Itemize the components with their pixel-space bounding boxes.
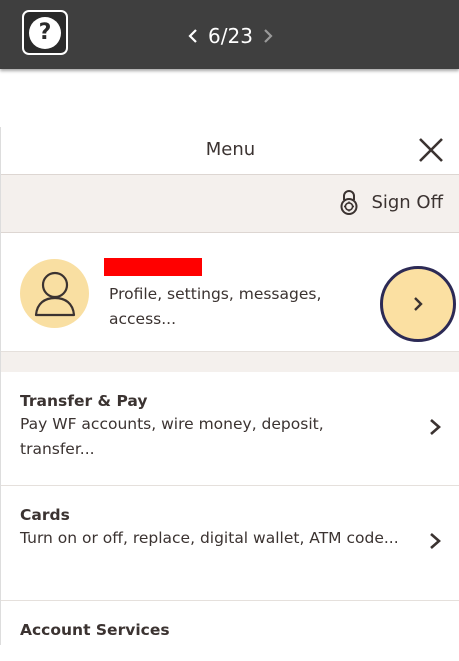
close-icon [419, 138, 443, 162]
step-counter: 6/23 [208, 24, 253, 48]
menu-panel: Menu Sign Off Profile, settings, message… [0, 127, 459, 645]
menu-item-transfer-pay[interactable]: Transfer & Pay Pay WF accounts, wire mon… [1, 372, 459, 486]
menu-header: Menu [1, 127, 459, 174]
chevron-right-icon [414, 297, 423, 311]
lock-icon [340, 190, 358, 215]
close-button[interactable] [413, 132, 449, 168]
chevron-right-icon [430, 533, 441, 549]
help-label: ? [38, 20, 52, 45]
help-button[interactable]: ? [22, 10, 68, 55]
walkthrough-bar: ? 6/23 [0, 0, 459, 69]
step-pager: 6/23 [185, 22, 276, 50]
menu-item-description: Turn on or off, replace, digital wallet,… [20, 529, 399, 547]
profile-description: Profile, settings, messages, access... [109, 285, 322, 328]
chevron-left-icon[interactable] [185, 28, 201, 44]
section-divider [1, 352, 459, 372]
menu-item-title: Cards [20, 506, 70, 524]
menu-item-title: Account Services [20, 621, 170, 639]
menu-item-title: Transfer & Pay [20, 392, 148, 410]
avatar [20, 259, 89, 328]
profile-arrow-button[interactable] [380, 266, 456, 342]
signoff-label: Sign Off [371, 191, 443, 213]
profile-item[interactable]: Profile, settings, messages, access... [1, 233, 459, 352]
signoff-bar: Sign Off [1, 174, 459, 233]
question-icon: ? [29, 16, 61, 49]
user-icon [34, 271, 75, 316]
chevron-right-icon [430, 419, 441, 435]
menu-title: Menu [205, 139, 256, 160]
chevron-right-icon[interactable] [260, 28, 276, 44]
menu-item-description: Pay WF accounts, wire money, deposit, tr… [20, 415, 324, 458]
menu-item-cards[interactable]: Cards Turn on or off, replace, digital w… [1, 486, 459, 601]
redacted-user-name [104, 258, 202, 276]
signoff-button[interactable]: Sign Off [339, 189, 443, 215]
menu-item-account-services[interactable]: Account Services [1, 601, 459, 661]
